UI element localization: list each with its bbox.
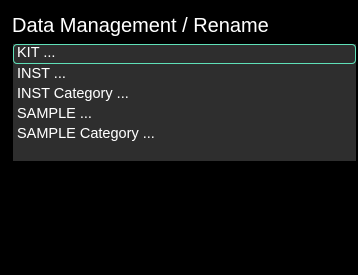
menu-item-sample[interactable]: SAMPLE ... xyxy=(13,104,356,124)
menu-item-inst[interactable]: INST ... xyxy=(13,64,356,84)
screen: Data Management / Rename KIT ... INST ..… xyxy=(0,0,358,275)
page-title: Data Management / Rename xyxy=(12,15,269,37)
rename-menu: KIT ... INST ... INST Category ... SAMPL… xyxy=(13,44,356,161)
menu-item-inst-category[interactable]: INST Category ... xyxy=(13,84,356,104)
menu-item-sample-category[interactable]: SAMPLE Category ... xyxy=(13,124,356,144)
menu-item-kit[interactable]: KIT ... xyxy=(13,44,356,64)
